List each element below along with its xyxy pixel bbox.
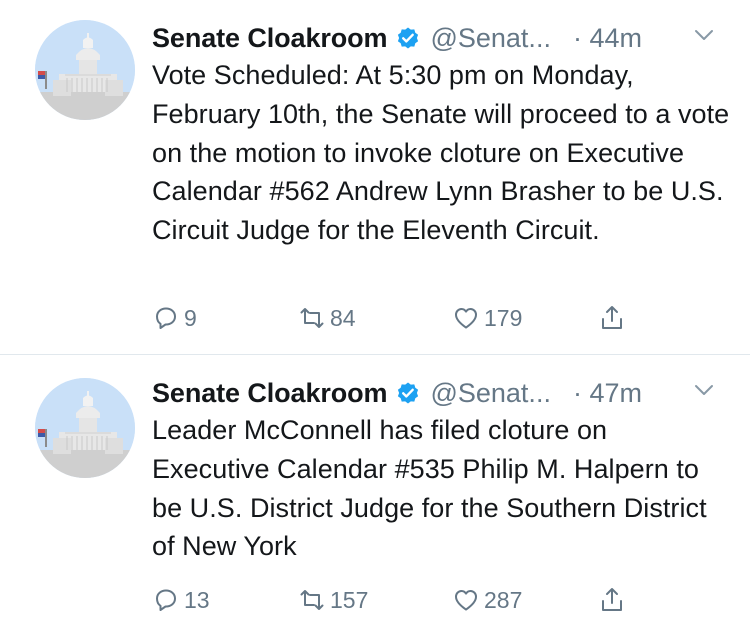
tweet-text: Leader McConnell has filed cloture on Ex… xyxy=(152,415,707,562)
retweet-count: 84 xyxy=(330,304,356,331)
tweet-header: Senate Cloakroom @Senat... · 44m xyxy=(152,18,722,58)
handle[interactable]: @Senat... xyxy=(430,23,550,54)
tweet[interactable]: Senate Cloakroom @Senat... · 47m Leader … xyxy=(0,355,750,636)
tweet[interactable]: Senate Cloakroom @Senat... · 44m Vote Sc… xyxy=(0,0,750,355)
tweet-text: Vote Scheduled: At 5:30 pm on Monday, Fe… xyxy=(152,60,730,246)
timestamp[interactable]: · 44m xyxy=(573,23,642,54)
reply-icon xyxy=(156,589,176,611)
retweet-icon xyxy=(300,308,324,328)
tweet-actions: 9 84 179 xyxy=(152,298,652,338)
like-button[interactable]: 287 xyxy=(452,580,522,620)
heart-icon xyxy=(455,590,477,611)
reply-count: 13 xyxy=(184,586,210,613)
display-name[interactable]: Senate Cloakroom xyxy=(152,23,388,54)
retweet-button[interactable]: 157 xyxy=(298,580,368,620)
tweet-actions: 13 157 287 xyxy=(152,580,652,620)
share-button[interactable] xyxy=(598,580,626,620)
like-count: 179 xyxy=(484,304,523,331)
chevron-down-icon[interactable] xyxy=(694,28,714,42)
avatar[interactable] xyxy=(35,378,135,478)
reply-icon xyxy=(156,307,176,329)
avatar[interactable] xyxy=(35,20,135,120)
handle[interactable]: @Senat... xyxy=(430,378,550,409)
share-button[interactable] xyxy=(598,298,626,338)
display-name[interactable]: Senate Cloakroom xyxy=(152,378,388,409)
verified-badge-icon xyxy=(396,26,420,50)
like-button[interactable]: 179 xyxy=(452,298,522,338)
like-count: 287 xyxy=(484,586,523,613)
share-icon xyxy=(602,588,622,611)
reply-button[interactable]: 9 xyxy=(152,298,197,338)
timeline: Senate Cloakroom @Senat... · 44m Vote Sc… xyxy=(0,0,750,636)
tweet-header: Senate Cloakroom @Senat... · 47m xyxy=(152,373,722,413)
reply-count: 9 xyxy=(184,304,197,331)
heart-icon xyxy=(455,308,477,329)
timestamp[interactable]: · 47m xyxy=(573,378,642,409)
retweet-count: 157 xyxy=(330,586,369,613)
verified-badge-icon xyxy=(396,381,420,405)
retweet-button[interactable]: 84 xyxy=(298,298,356,338)
share-icon xyxy=(602,306,622,329)
chevron-down-icon[interactable] xyxy=(694,383,714,397)
reply-button[interactable]: 13 xyxy=(152,580,210,620)
retweet-icon xyxy=(300,590,324,610)
